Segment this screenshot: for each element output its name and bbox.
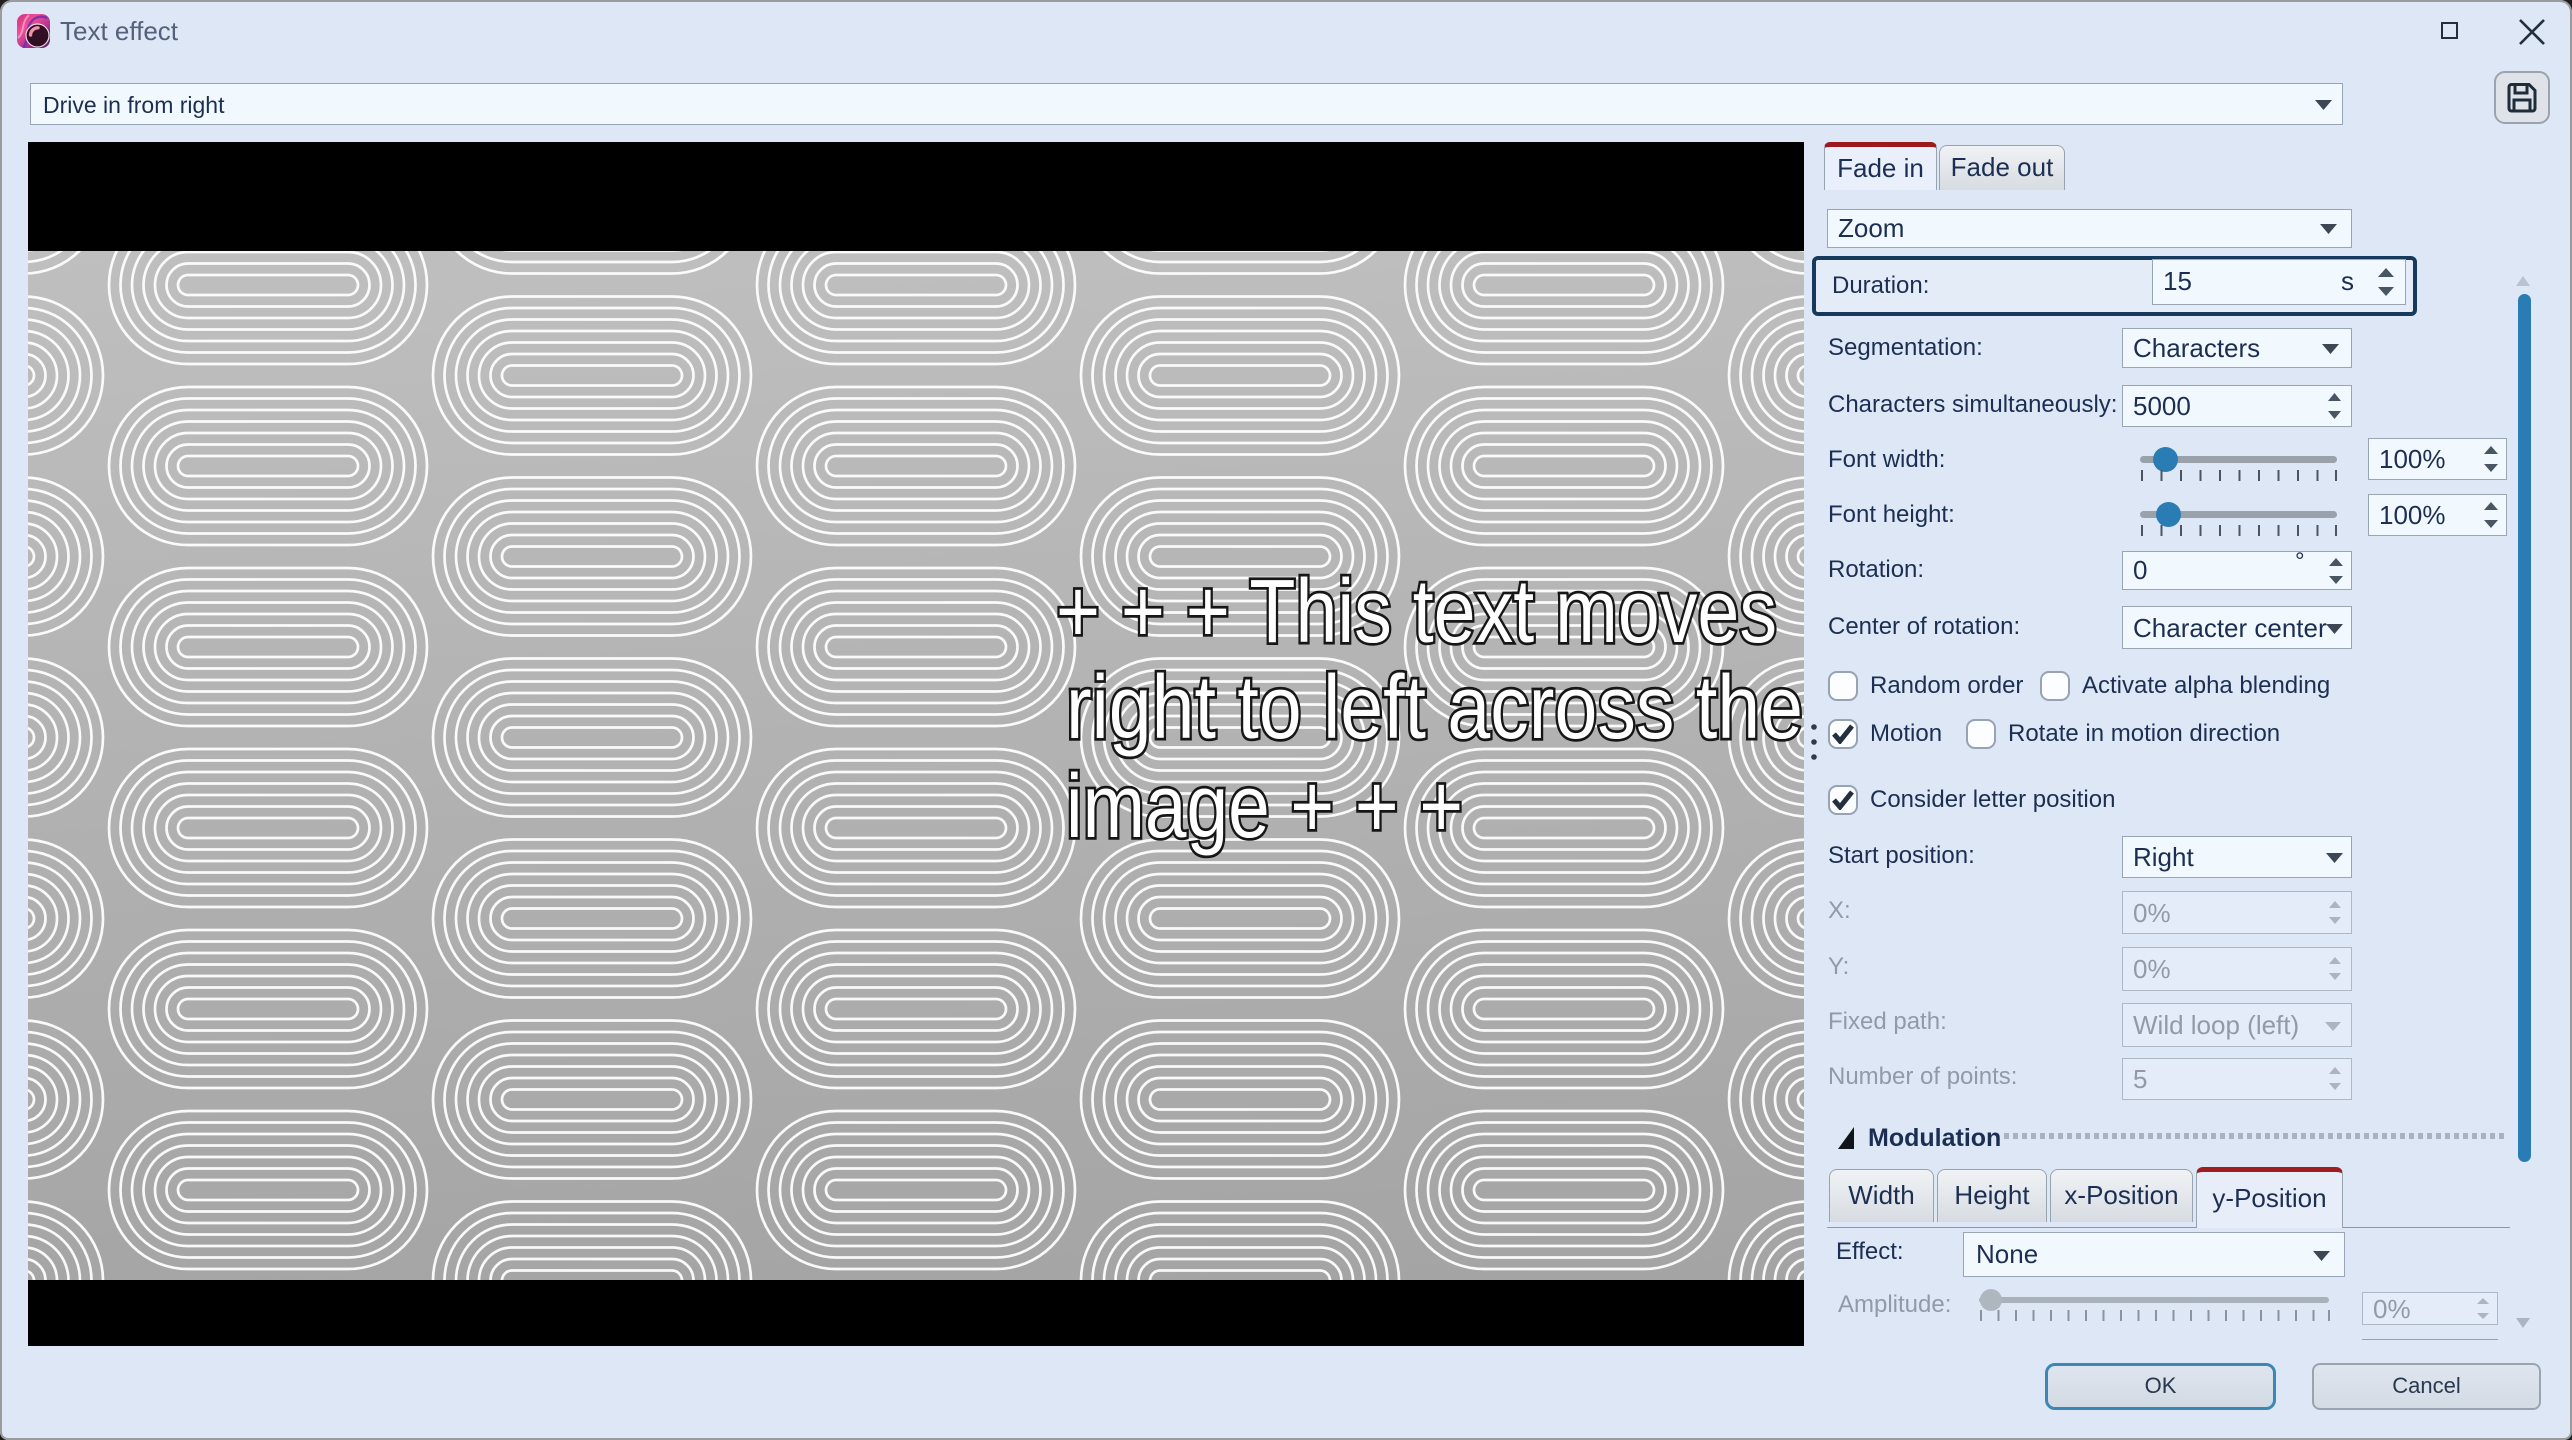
svg-text:right to left across the: right to left across the [1066,658,1803,758]
svg-text:+ + + This text moves: + + + This text moves [1056,562,1777,662]
svg-text:image + + +: image + + + [1066,757,1463,857]
